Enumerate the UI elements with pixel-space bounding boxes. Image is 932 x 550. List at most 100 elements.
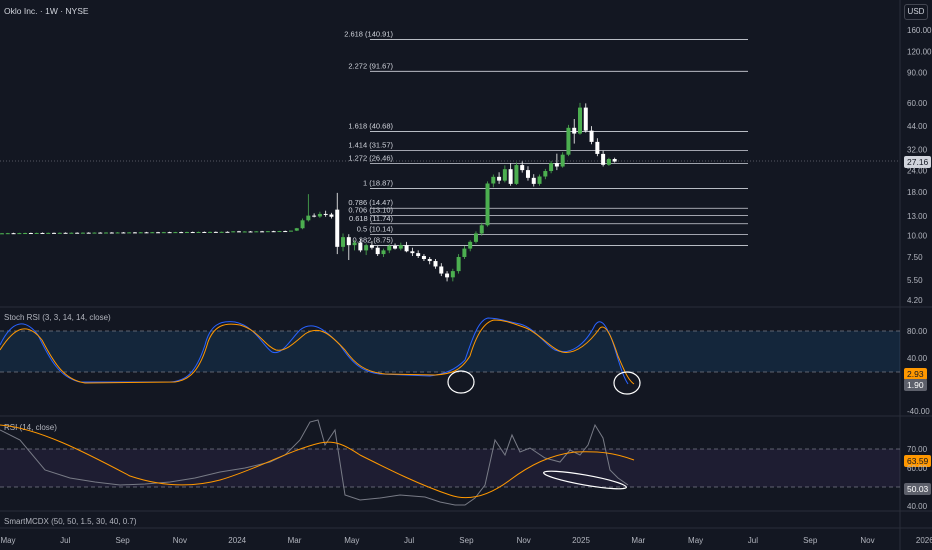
candle-body (121, 232, 126, 234)
candle-body (196, 231, 201, 233)
time-tick-label: Sep (803, 536, 818, 545)
price-tick-label: 18.00 (907, 188, 928, 197)
candle-body (156, 232, 161, 234)
candle-body (150, 232, 155, 234)
fib-level-label: 2.618 (140.91) (344, 29, 393, 38)
candle-body (329, 214, 334, 217)
candle-body (335, 209, 340, 247)
candle-body (312, 215, 317, 217)
price-tick-label: 32.00 (907, 145, 928, 154)
time-tick-label: Sep (459, 536, 474, 545)
candle-body (439, 266, 444, 274)
candle-body (277, 231, 282, 233)
time-tick-label: Nov (860, 536, 874, 545)
rsi-band (0, 449, 900, 487)
candle-body (323, 213, 328, 215)
candle-body (40, 232, 45, 234)
time-tick-label: Nov (173, 536, 187, 545)
candle-body (341, 237, 346, 247)
candle-body (254, 231, 259, 233)
time-tick-label: Mar (288, 536, 302, 545)
candle-body (190, 232, 195, 234)
candle-body (549, 163, 554, 172)
stoch-oversold-circle (447, 370, 475, 394)
candle-body (416, 253, 421, 257)
candle-body (52, 232, 57, 234)
fib-level-label: 1.414 (31.57) (348, 140, 393, 149)
candle-body (583, 107, 588, 131)
rsi-tick-label: 40.00 (907, 502, 928, 511)
candle-body (248, 231, 253, 233)
chart-canvas[interactable]: 2.618 (140.91) 2.272 (91.67) 1.618 (40.68)… (0, 0, 932, 550)
candle-body (306, 215, 311, 221)
candle-body (502, 169, 507, 181)
candle-body (28, 233, 33, 235)
rsi-tick-label: 70.00 (907, 445, 928, 454)
candle-body (450, 271, 455, 278)
stoch-band (0, 331, 900, 372)
time-tick-label: 2026 (916, 536, 932, 545)
candle-body (104, 232, 109, 234)
candle-body (497, 176, 502, 181)
candle-body (17, 233, 22, 235)
price-axis[interactable]: 160.00 120.00 90.00 60.00 44.00 32.00 24.00 18.… (907, 26, 932, 305)
candle-body (260, 231, 265, 233)
candle-body (23, 233, 28, 235)
candle-body (225, 231, 230, 233)
candle-body (468, 241, 473, 249)
candle-body (92, 232, 97, 234)
fib-retracement[interactable]: 2.618 (140.91) 2.272 (91.67) 1.618 (40.68)… (344, 29, 748, 246)
candle-body (560, 154, 565, 167)
stoch-tick-label: 40.00 (907, 354, 928, 363)
candle-body (346, 237, 351, 246)
candle-body (0, 233, 4, 235)
candle-body (109, 232, 114, 234)
candle-body (69, 232, 74, 234)
candle-body (34, 232, 39, 234)
time-tick-label: Jul (404, 536, 414, 545)
candle-body (410, 251, 415, 254)
candle-body (479, 225, 484, 234)
time-tick-label: May (344, 536, 359, 545)
candle-body (161, 232, 166, 234)
candle-body (554, 163, 559, 167)
candle-body (537, 176, 542, 184)
fib-level-label: 1 (18.87) (363, 179, 394, 188)
candle-body (514, 165, 519, 184)
candle-body (364, 245, 369, 251)
time-tick-label: Jul (60, 536, 70, 545)
candle-body (63, 232, 68, 234)
candle-body (283, 231, 288, 233)
candle-body (86, 232, 91, 234)
candle-body (520, 165, 525, 171)
fib-level-label: 0.5 (10.14) (357, 225, 394, 234)
candle-body (445, 273, 450, 278)
candle-body (5, 233, 10, 235)
stoch-tick-label: -40.00 (907, 407, 930, 416)
price-tick-label: 13.00 (907, 212, 928, 221)
fib-level-label: 0.618 (11.74) (349, 214, 394, 223)
candle-body (271, 231, 276, 233)
candle-body (138, 232, 143, 234)
candle-body (381, 250, 386, 255)
time-tick-label: Nov (517, 536, 531, 545)
price-tick-label: 120.00 (907, 47, 932, 56)
price-tick-label: 60.00 (907, 99, 928, 108)
candle-body (75, 232, 80, 234)
candle-body (144, 232, 149, 234)
candle-body (184, 232, 189, 234)
time-tick-label: May (688, 536, 703, 545)
candle-body (132, 232, 137, 234)
candle-body (208, 231, 213, 233)
candle-body (606, 159, 611, 165)
time-axis[interactable]: May Jul Sep Nov 2024 Mar May Jul Sep Nov 2025 Mar Ma… (0, 536, 932, 545)
price-tick-label: 4.20 (907, 296, 923, 305)
candle-body (404, 245, 409, 252)
candle-body (398, 245, 403, 249)
candle-body (566, 127, 571, 155)
candle-body (375, 247, 380, 255)
price-tick-label: 7.50 (907, 253, 923, 262)
price-tick-label: 5.50 (907, 276, 923, 285)
time-tick-label: 2025 (572, 536, 590, 545)
fib-level-label: 1.272 (26.46) (348, 153, 393, 162)
